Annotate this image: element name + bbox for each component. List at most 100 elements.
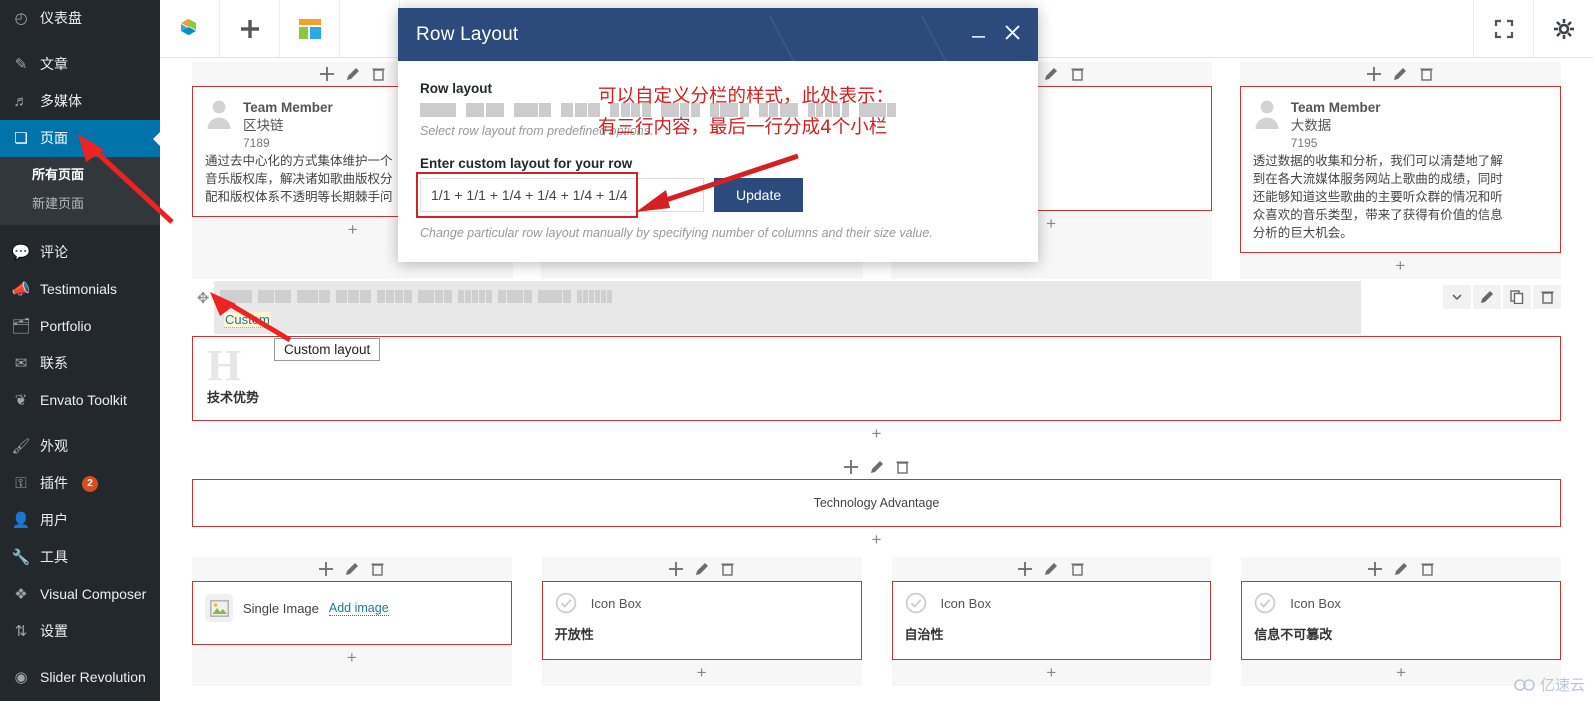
edit-button[interactable] bbox=[694, 561, 710, 577]
row-collapse-button[interactable] bbox=[1443, 285, 1471, 309]
add-button[interactable] bbox=[668, 561, 684, 577]
layout-preset-4[interactable] bbox=[561, 103, 600, 117]
add-element-inline-button[interactable]: + bbox=[542, 660, 862, 686]
sidebar-item-label: 设置 bbox=[40, 623, 68, 639]
add-element-button[interactable] bbox=[220, 0, 280, 57]
icon-box-element[interactable]: Icon Box 信息不可篡改 bbox=[1241, 581, 1561, 660]
layout-preset-6[interactable] bbox=[418, 290, 452, 303]
portfolio-icon: 🗂 bbox=[11, 318, 31, 335]
edit-button[interactable] bbox=[1043, 561, 1059, 577]
bottom-column: Icon Box 信息不可篡改 + bbox=[1241, 557, 1561, 686]
sidebar-item-13[interactable]: 🔧 工具 bbox=[0, 539, 160, 576]
icon-box-element[interactable]: Icon Box 自治性 bbox=[891, 581, 1212, 660]
preset-column bbox=[574, 103, 587, 117]
custom-layout-input[interactable] bbox=[420, 178, 704, 212]
add-element-inline-button[interactable]: + bbox=[192, 421, 1561, 447]
update-button[interactable]: Update bbox=[714, 178, 804, 212]
edit-button[interactable] bbox=[1392, 66, 1408, 82]
sidebar-item-11[interactable]: ⚿ 插件 2 bbox=[0, 465, 160, 502]
sidebar-item-15[interactable]: ⇅ 设置 bbox=[0, 613, 160, 650]
add-button[interactable] bbox=[319, 66, 335, 82]
row-edit-button[interactable] bbox=[869, 459, 885, 475]
sidebar-item-9[interactable]: ❦ Envato Toolkit bbox=[0, 382, 160, 419]
plus-icon bbox=[319, 67, 334, 81]
heading-element[interactable]: H 技术优势 bbox=[192, 336, 1561, 421]
delete-button[interactable] bbox=[1069, 66, 1085, 82]
row-drag-handle[interactable]: ✥ bbox=[192, 281, 214, 307]
delete-button[interactable] bbox=[370, 561, 386, 577]
layout-preset-3[interactable] bbox=[297, 290, 330, 303]
sidebar-item-1[interactable]: ◴ 仪表盘 bbox=[0, 0, 160, 37]
settings-button[interactable] bbox=[1533, 0, 1593, 57]
add-element-inline-button[interactable]: + bbox=[1240, 253, 1561, 279]
layout-preset-1[interactable] bbox=[420, 103, 456, 117]
row-add-button[interactable] bbox=[843, 459, 859, 475]
templates-button[interactable] bbox=[280, 0, 340, 57]
row-layout-presets[interactable] bbox=[214, 281, 1361, 312]
add-button[interactable] bbox=[1367, 561, 1383, 577]
layout-preset-9[interactable] bbox=[538, 290, 571, 303]
layout-preset-5[interactable] bbox=[377, 290, 412, 303]
add-button[interactable] bbox=[318, 561, 334, 577]
delete-button[interactable] bbox=[371, 66, 387, 82]
row-delete-button[interactable] bbox=[1533, 285, 1561, 309]
sidebar-subitem-2[interactable]: 新建页面 bbox=[0, 188, 160, 217]
sidebar-item-4[interactable]: ❏ 页面 bbox=[0, 120, 160, 157]
layout-preset-8[interactable] bbox=[498, 290, 532, 303]
pencil-icon bbox=[1395, 563, 1408, 575]
sidebar-item-14[interactable]: ❖ Visual Composer bbox=[0, 576, 160, 613]
row-duplicate-button[interactable] bbox=[1503, 285, 1531, 309]
add-button[interactable] bbox=[1017, 561, 1033, 577]
icon-box-element[interactable]: Icon Box 开放性 bbox=[541, 581, 862, 660]
layout-preset-10[interactable] bbox=[577, 290, 612, 303]
sidebar-item-label: 页面 bbox=[40, 130, 68, 146]
sidebar-item-10[interactable]: 🖌 外观 bbox=[0, 428, 160, 465]
row-controls bbox=[192, 455, 1561, 479]
modal-close-button[interactable] bbox=[1003, 23, 1022, 46]
modal-minimize-button[interactable] bbox=[970, 24, 987, 45]
sidebar-subitem-1[interactable]: 所有页面 bbox=[0, 159, 160, 188]
edit-button[interactable] bbox=[1043, 66, 1059, 82]
custom-layout-link[interactable]: Custom bbox=[224, 312, 271, 328]
layout-preset-3[interactable] bbox=[513, 103, 551, 117]
sidebar-item-label: Portfolio bbox=[40, 318, 92, 334]
add-element-inline-button[interactable]: + bbox=[892, 660, 1212, 686]
text-block-element[interactable]: Technology Advantage bbox=[192, 479, 1561, 527]
single-image-element[interactable]: Single Image Add image bbox=[192, 581, 512, 645]
add-element-inline-button[interactable]: + bbox=[192, 645, 512, 671]
sidebar-item-12[interactable]: 👤 用户 bbox=[0, 502, 160, 539]
team-member-element[interactable]: Team Member 大数据 7195 透过数据的收集和分析，我们可以清楚地了解 到在… bbox=[1239, 86, 1561, 253]
image-icon bbox=[205, 594, 233, 622]
add-button[interactable] bbox=[1366, 66, 1382, 82]
layout-preset-7[interactable] bbox=[458, 290, 492, 303]
sidebar-item-7[interactable]: 🗂 Portfolio bbox=[0, 308, 160, 345]
delete-button[interactable] bbox=[1069, 561, 1085, 577]
sidebar-item-label: Envato Toolkit bbox=[40, 392, 127, 408]
sidebar-item-17[interactable]: ✺LARX bbox=[0, 696, 160, 701]
layout-preset-4[interactable] bbox=[336, 290, 371, 303]
sidebar-item-6[interactable]: 📣 Testimonials bbox=[0, 271, 160, 308]
delete-button[interactable] bbox=[720, 561, 736, 577]
edit-button[interactable] bbox=[345, 66, 361, 82]
vc-logo-button[interactable] bbox=[160, 0, 220, 57]
edit-button[interactable] bbox=[1393, 561, 1409, 577]
watermark-text: 亿速云 bbox=[1539, 677, 1585, 694]
check-circle-icon bbox=[905, 592, 927, 614]
row-delete-button[interactable] bbox=[895, 459, 911, 475]
delete-button[interactable] bbox=[1418, 66, 1434, 82]
sidebar-item-2[interactable]: ✎ 文章 bbox=[0, 46, 160, 83]
delete-button[interactable] bbox=[1419, 561, 1435, 577]
layout-preset-1[interactable] bbox=[220, 290, 252, 303]
layout-preset-2[interactable] bbox=[258, 290, 291, 303]
sidebar-item-3[interactable]: ♬ 多媒体 bbox=[0, 83, 160, 120]
sidebar-item-16[interactable]: ◉ Slider Revolution bbox=[0, 659, 160, 696]
sidebar-item-8[interactable]: ✉ 联系 bbox=[0, 345, 160, 382]
sidebar-item-5[interactable]: 💬 评论 bbox=[0, 234, 160, 271]
edit-button[interactable] bbox=[344, 561, 360, 577]
add-element-inline-button[interactable]: + bbox=[192, 527, 1561, 553]
pencil-icon bbox=[870, 461, 883, 473]
fullscreen-button[interactable] bbox=[1473, 0, 1533, 57]
layout-preset-2[interactable] bbox=[466, 103, 504, 117]
row-edit-button[interactable] bbox=[1473, 285, 1501, 309]
add-image-link[interactable]: Add image bbox=[328, 601, 389, 616]
